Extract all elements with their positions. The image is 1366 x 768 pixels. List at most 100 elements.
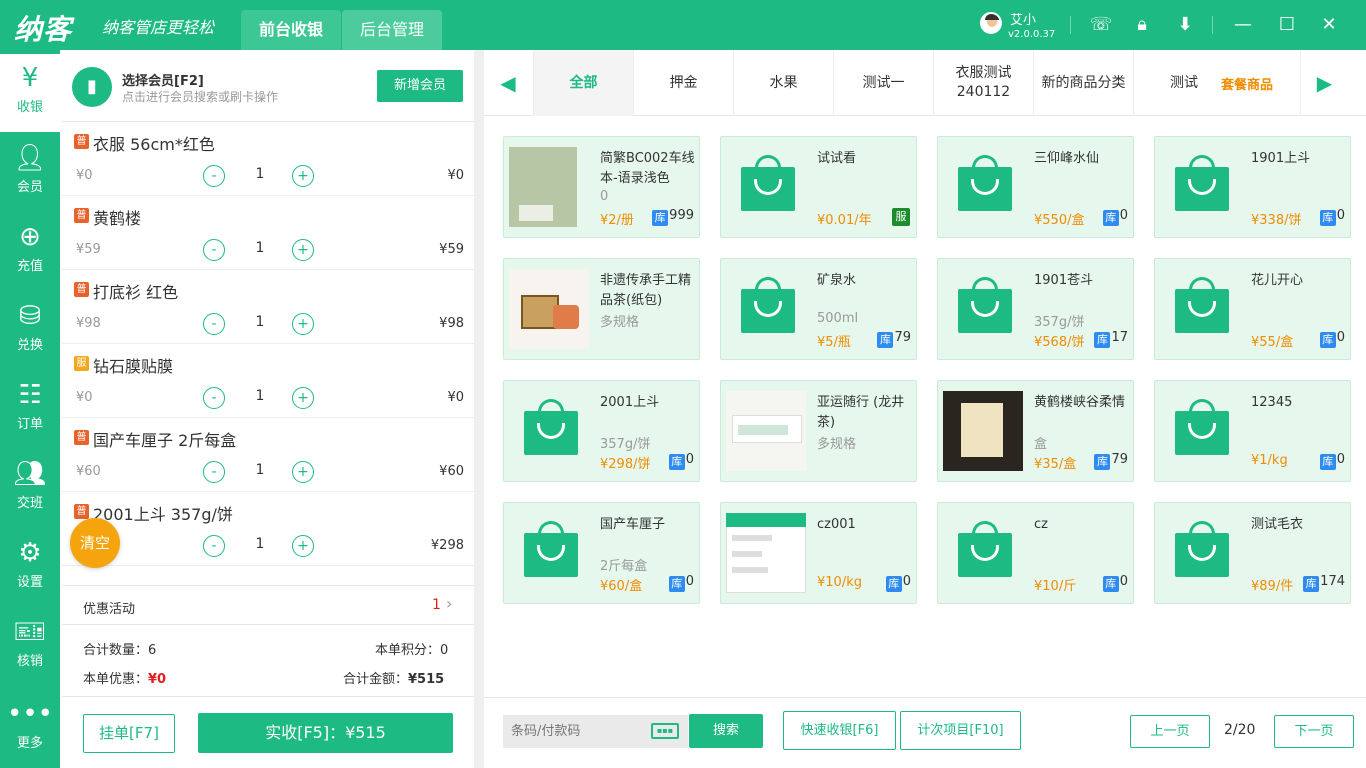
download-icon[interactable]: ⬇ [1172,12,1198,38]
cart-item-qty[interactable]: 1 [254,314,266,330]
product-card[interactable]: 三仰峰水仙 ¥550/盒 库 0 [937,136,1134,238]
product-name: 试试看 [817,151,857,166]
tab-back-management[interactable]: 后台管理 [342,10,442,50]
app-slogan: 纳客管店更轻松 [102,18,215,37]
product-card[interactable]: 试试看 ¥0.01/年 服 [720,136,917,238]
search-button[interactable]: 搜索 [689,714,763,748]
cart-item-qty[interactable]: 1 [254,240,266,256]
cart-item-total: ¥59 [439,242,464,257]
hold-order-button[interactable]: 挂单[F7] [83,714,175,753]
product-stock: 库0 [1102,208,1128,226]
keyboard-icon[interactable]: ▪▪▪ [651,723,679,739]
product-card[interactable]: 1901上斗 ¥338/饼 库 0 [1154,136,1351,238]
category-tab[interactable]: 测试 [1133,50,1233,116]
decrease-qty-button[interactable]: - [203,313,225,335]
increase-qty-button[interactable]: + [292,535,314,557]
tab-front-cashier[interactable]: 前台收银 [241,10,341,50]
barcode-input[interactable] [503,715,643,748]
promo-row[interactable]: 优惠活动 1 › [62,585,474,625]
close-icon[interactable]: ✕ [1316,12,1342,38]
next-page-button[interactable]: 下一页 [1274,715,1354,748]
increase-qty-button[interactable]: + [292,313,314,335]
product-card[interactable]: 国产车厘子 2斤每盒 ¥60/盒 库 0 [503,502,700,604]
category-bar: ◀ 全部 押金 水果 测试一 衣服测试240112 新的商品分类 测试 套餐商品 ▶ [484,50,1366,116]
minimize-icon[interactable]: — [1230,12,1256,38]
count-item-button[interactable]: 计次项目[F10] [900,711,1021,750]
pay-button[interactable]: 实收[F5]：¥515 [198,713,453,753]
order-icon: ☷ [18,380,42,410]
product-price: ¥60/盒 [600,579,643,594]
clear-cart-button[interactable]: 清空 [70,518,120,568]
product-card[interactable]: 简繁BC002车线本-语录浅色 0 ¥2/册 库 999 [503,136,700,238]
category-tab[interactable]: 衣服测试240112 [933,50,1033,116]
increase-qty-button[interactable]: + [292,239,314,261]
avatar[interactable] [980,12,1002,34]
cart-item-qty[interactable]: 1 [254,536,266,552]
product-card[interactable]: 1901苍斗 357g/饼 ¥568/饼库 17 [937,258,1134,360]
lock-icon[interactable]: 🔒︎ [1129,12,1155,38]
decrease-qty-button[interactable]: - [203,535,225,557]
decrease-qty-button[interactable]: - [203,387,225,409]
sidebar-item-order[interactable]: ☷ 订单 [0,371,60,449]
cart-item[interactable]: 普打底衫 红色 ¥98 - 1 + ¥98 [62,270,474,344]
increase-qty-button[interactable]: + [292,387,314,409]
decrease-qty-button[interactable]: - [203,461,225,483]
sidebar-item-verify[interactable]: 🎫︎ 核销 [0,608,60,686]
maximize-icon[interactable]: ☐ [1274,12,1300,38]
sidebar-item-settings[interactable]: ⚙ 设置 [0,529,60,607]
product-name: cz [1034,517,1048,532]
cart-item-qty[interactable]: 1 [254,388,266,404]
product-card[interactable]: 矿泉水 500ml ¥5/瓶 库 79 [720,258,917,360]
sidebar-item-cashier[interactable]: ¥ 收银 [0,54,60,132]
add-member-button[interactable]: 新增会员 [377,70,463,102]
category-tab[interactable]: 测试一 [833,50,933,116]
product-card[interactable]: cz001 ¥10/kg 库 0 [720,502,917,604]
decrease-qty-button[interactable]: - [203,165,225,187]
quick-cashier-button[interactable]: 快速收银[F6] [783,711,896,750]
decrease-qty-button[interactable]: - [203,239,225,261]
sidebar-item-exchange[interactable]: ⛁ 兑换 [0,292,60,370]
product-price: ¥550/盒 [1034,213,1085,228]
category-tab[interactable]: 押金 [633,50,733,116]
category-package[interactable]: 套餐商品 [1221,74,1273,93]
prev-page-button[interactable]: 上一页 [1130,715,1210,748]
cart-item[interactable]: 普衣服 56cm*红色 ¥0-1 + ¥0 [62,122,474,196]
product-card[interactable]: 测试毛衣 ¥89/件库 174 [1154,502,1351,604]
product-card[interactable]: 亚运随行 (龙井茶) 多规格 [720,380,917,482]
category-tab[interactable]: 水果 [733,50,833,116]
product-stock: 库0 [1319,452,1345,470]
product-card[interactable]: 非遗传承手工精品茶(纸包) 多规格 [503,258,700,360]
sidebar-item-more[interactable]: ••• 更多 [0,690,60,768]
barcode-input-box[interactable]: ▪▪▪ [503,715,688,748]
product-stock: 库 999 [652,208,694,226]
product-card[interactable]: 2001上斗 357g/饼 ¥298/饼 库 0 [503,380,700,482]
product-card[interactable]: 黄鹤楼峡谷柔情盒 ¥35/盒 库 79 [937,380,1134,482]
cart-item[interactable]: 普国产车厘子 2斤每盒 ¥60 - 1 + ¥60 [62,418,474,492]
shopping-bag-icon [524,521,580,581]
cart-item-qty[interactable]: 1 [254,462,266,478]
cart-item-price: ¥0 [76,168,93,183]
product-name: 测试毛衣 [1251,517,1304,532]
product-card[interactable]: cz ¥10/斤 库 0 [937,502,1134,604]
sidebar-item-handover[interactable]: 👥︎ 交班 [0,450,60,528]
cart-item-qty[interactable]: 1 [254,166,266,182]
product-stock: 库0 [885,574,911,592]
cart-item[interactable]: 普 2001上斗 357g/饼 - 1 + ¥298 [62,492,474,566]
increase-qty-button[interactable]: + [292,461,314,483]
product-card[interactable]: 花儿开心 ¥55/盒 库 0 [1154,258,1351,360]
shopping-bag-icon [958,277,1014,337]
category-tab[interactable]: 全部 [533,50,633,116]
chevron-right-icon: › [446,594,453,613]
category-prev-arrow[interactable]: ◀ [484,50,532,116]
sidebar-item-recharge[interactable]: ⊕ 充值 [0,213,60,291]
category-tab[interactable]: 新的商品分类 [1033,50,1133,116]
member-select[interactable]: ▮ 选择会员[F2] 点击进行会员搜索或刷卡操作 新增会员 [62,50,474,122]
category-next-arrow[interactable]: ▶ [1300,50,1348,116]
increase-qty-button[interactable]: + [292,165,314,187]
cart-item[interactable]: 普黄鹤楼 ¥59 - 1 + ¥59 [62,196,474,270]
product-type-badge: 服 [74,356,89,371]
support-icon[interactable]: ☏ [1088,12,1114,38]
product-card[interactable]: 12345 ¥1/kg 库 0 [1154,380,1351,482]
cart-item[interactable]: 服钻石膜贴膜 ¥0-1 + ¥0 [62,344,474,418]
sidebar-item-member[interactable]: 👤︎ 会员 [0,134,60,212]
